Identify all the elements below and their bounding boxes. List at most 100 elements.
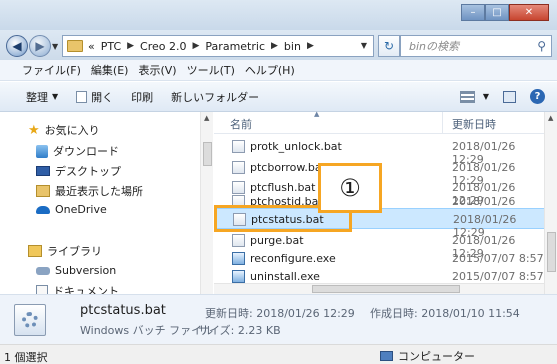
search-icon[interactable]: ⚲ [537, 39, 546, 53]
chevron-right-icon[interactable]: ▶ [193, 41, 200, 51]
nav-label: 最近表示した場所 [55, 185, 143, 198]
nav-label: ライブラリ [47, 245, 102, 258]
scrollbar-thumb[interactable] [312, 285, 460, 293]
menu-edit[interactable]: 編集(E) [91, 62, 129, 78]
command-bar: 整理 ▼ 開く 印刷 新しいフォルダー ▼ ? [0, 82, 557, 112]
batch-file-icon [232, 140, 245, 153]
nav-item-subversion[interactable]: Subversion [36, 264, 116, 277]
organize-button[interactable]: 整理 ▼ [26, 89, 58, 105]
nav-label: お気に入り [44, 124, 100, 137]
menu-view[interactable]: 表示(V) [138, 62, 176, 78]
title-bar: – □ ✕ [0, 0, 557, 30]
folder-icon [67, 40, 83, 52]
open-icon [76, 90, 88, 103]
file-name: protk_unlock.bat [250, 140, 342, 153]
sort-indicator-icon: ▲ [314, 110, 320, 118]
minimize-button[interactable]: – [461, 4, 485, 21]
table-row[interactable]: protk_unlock.bat 2018/01/26 12:29 [214, 136, 547, 166]
open-button[interactable]: 開く [76, 89, 113, 105]
chevron-right-icon[interactable]: ▶ [271, 41, 278, 51]
batch-file-icon [232, 181, 245, 194]
address-history-dropdown-icon[interactable]: ▼ [361, 41, 367, 50]
search-placeholder: binの検索 [409, 40, 460, 53]
menu-help[interactable]: ヘルプ(H) [245, 62, 295, 78]
refresh-button[interactable]: ↻ [378, 35, 400, 57]
details-pane: ptcstatus.bat Windows バッチ ファイル サイズ: 2.23… [0, 294, 557, 344]
detail-file-size: サイズ: 2.23 KB [198, 324, 281, 337]
breadcrumb: « PTC ▶ Creo 2.0 ▶ Parametric ▶ bin ▶ [88, 40, 320, 53]
nav-label: ダウンロード [53, 145, 119, 158]
close-button[interactable]: ✕ [509, 4, 549, 21]
vertical-scrollbar[interactable]: ▲ [544, 112, 557, 294]
nav-item-desktop[interactable]: デスクトップ [36, 163, 121, 179]
menu-tools[interactable]: ツール(T) [187, 62, 235, 78]
address-bar[interactable]: « PTC ▶ Creo 2.0 ▶ Parametric ▶ bin ▶ ▼ [62, 35, 374, 57]
batch-file-icon [232, 161, 245, 174]
window-controls: – □ ✕ [461, 4, 549, 21]
file-name: ptcflush.bat [250, 181, 316, 194]
computer-icon [380, 351, 393, 361]
recent-pages-dropdown-icon[interactable]: ▼ [52, 42, 58, 51]
gear-icon [22, 312, 38, 328]
column-header-name[interactable]: 名前 [230, 116, 252, 132]
subversion-icon [36, 266, 50, 275]
breadcrumb-item-creo[interactable]: Creo 2.0 [140, 40, 186, 53]
recent-places-icon [36, 185, 50, 197]
back-button[interactable]: ◀ [6, 35, 28, 57]
chevron-down-icon[interactable]: ▼ [483, 92, 489, 101]
chevron-right-icon[interactable]: ▶ [307, 41, 314, 51]
help-icon[interactable]: ? [530, 89, 545, 104]
batch-file-icon [232, 234, 245, 247]
breadcrumb-overflow[interactable]: « [88, 40, 95, 53]
maximize-button[interactable]: □ [485, 4, 509, 21]
search-input[interactable]: binの検索 ⚲ [400, 35, 552, 57]
breadcrumb-item-bin[interactable]: bin [284, 40, 301, 53]
status-bar: 1 個選択 コンピューター [0, 344, 557, 364]
file-name: ptcborrow.bat [250, 161, 326, 174]
detail-file-type: Windows バッチ ファイル [80, 324, 214, 337]
file-date: 2015/07/07 8:57 [452, 252, 544, 265]
scrollbar-thumb[interactable] [547, 232, 556, 272]
nav-item-libraries[interactable]: ライブラリ [28, 243, 102, 259]
organize-label: 整理 [26, 90, 48, 104]
scroll-up-icon[interactable]: ▲ [204, 114, 209, 122]
view-options-icon[interactable] [459, 90, 475, 103]
navigation-pane-scrollbar[interactable]: ▲ [200, 112, 213, 294]
file-list: ▲ 名前 更新日時 protk_unlock.bat 2018/01/26 12… [214, 110, 557, 294]
print-button[interactable]: 印刷 [131, 89, 153, 105]
library-icon [28, 245, 42, 257]
view-controls: ▼ ? [459, 89, 545, 104]
status-location: コンピューター [380, 348, 475, 364]
navigation-pane: ★ お気に入り ダウンロード デスクトップ 最近表示した場所 OneDrive … [0, 112, 213, 298]
desktop-icon [36, 166, 50, 176]
star-icon: ★ [28, 122, 40, 138]
menu-file[interactable]: ファイル(F) [22, 62, 81, 78]
detail-created: 作成日時: 2018/01/10 11:54 [370, 307, 520, 320]
nav-item-onedrive[interactable]: OneDrive [36, 203, 107, 216]
breadcrumb-item-ptc[interactable]: PTC [101, 40, 121, 53]
column-header-date[interactable]: 更新日時 [452, 116, 496, 132]
new-folder-button[interactable]: 新しいフォルダー [171, 89, 259, 105]
detail-file-name: ptcstatus.bat [80, 303, 166, 318]
chevron-down-icon: ▼ [52, 92, 59, 101]
nav-item-downloads[interactable]: ダウンロード [36, 143, 119, 159]
downloads-icon [36, 144, 48, 158]
detail-modified: 更新日時: 2018/01/26 12:29 [205, 307, 355, 320]
nav-label: Subversion [55, 264, 117, 277]
file-name: purge.bat [250, 234, 304, 247]
file-date: 2015/07/07 8:57 [452, 270, 544, 283]
navigation-bar: ◀ ▶ ▼ « PTC ▶ Creo 2.0 ▶ Parametric ▶ bi… [0, 30, 557, 60]
preview-pane-icon[interactable] [503, 90, 516, 103]
horizontal-scrollbar[interactable] [214, 283, 544, 294]
executable-file-icon [232, 252, 245, 265]
nav-item-favorites[interactable]: ★ お気に入り [28, 122, 100, 138]
nav-item-recent[interactable]: 最近表示した場所 [36, 183, 143, 199]
breadcrumb-item-parametric[interactable]: Parametric [205, 40, 265, 53]
column-divider[interactable] [442, 112, 443, 134]
scroll-up-icon[interactable]: ▲ [548, 114, 553, 122]
open-label: 開く [91, 90, 114, 104]
scrollbar-thumb[interactable] [203, 142, 212, 166]
forward-button[interactable]: ▶ [29, 35, 51, 57]
selection-count: 1 個選択 [4, 351, 48, 364]
chevron-right-icon[interactable]: ▶ [127, 41, 134, 51]
